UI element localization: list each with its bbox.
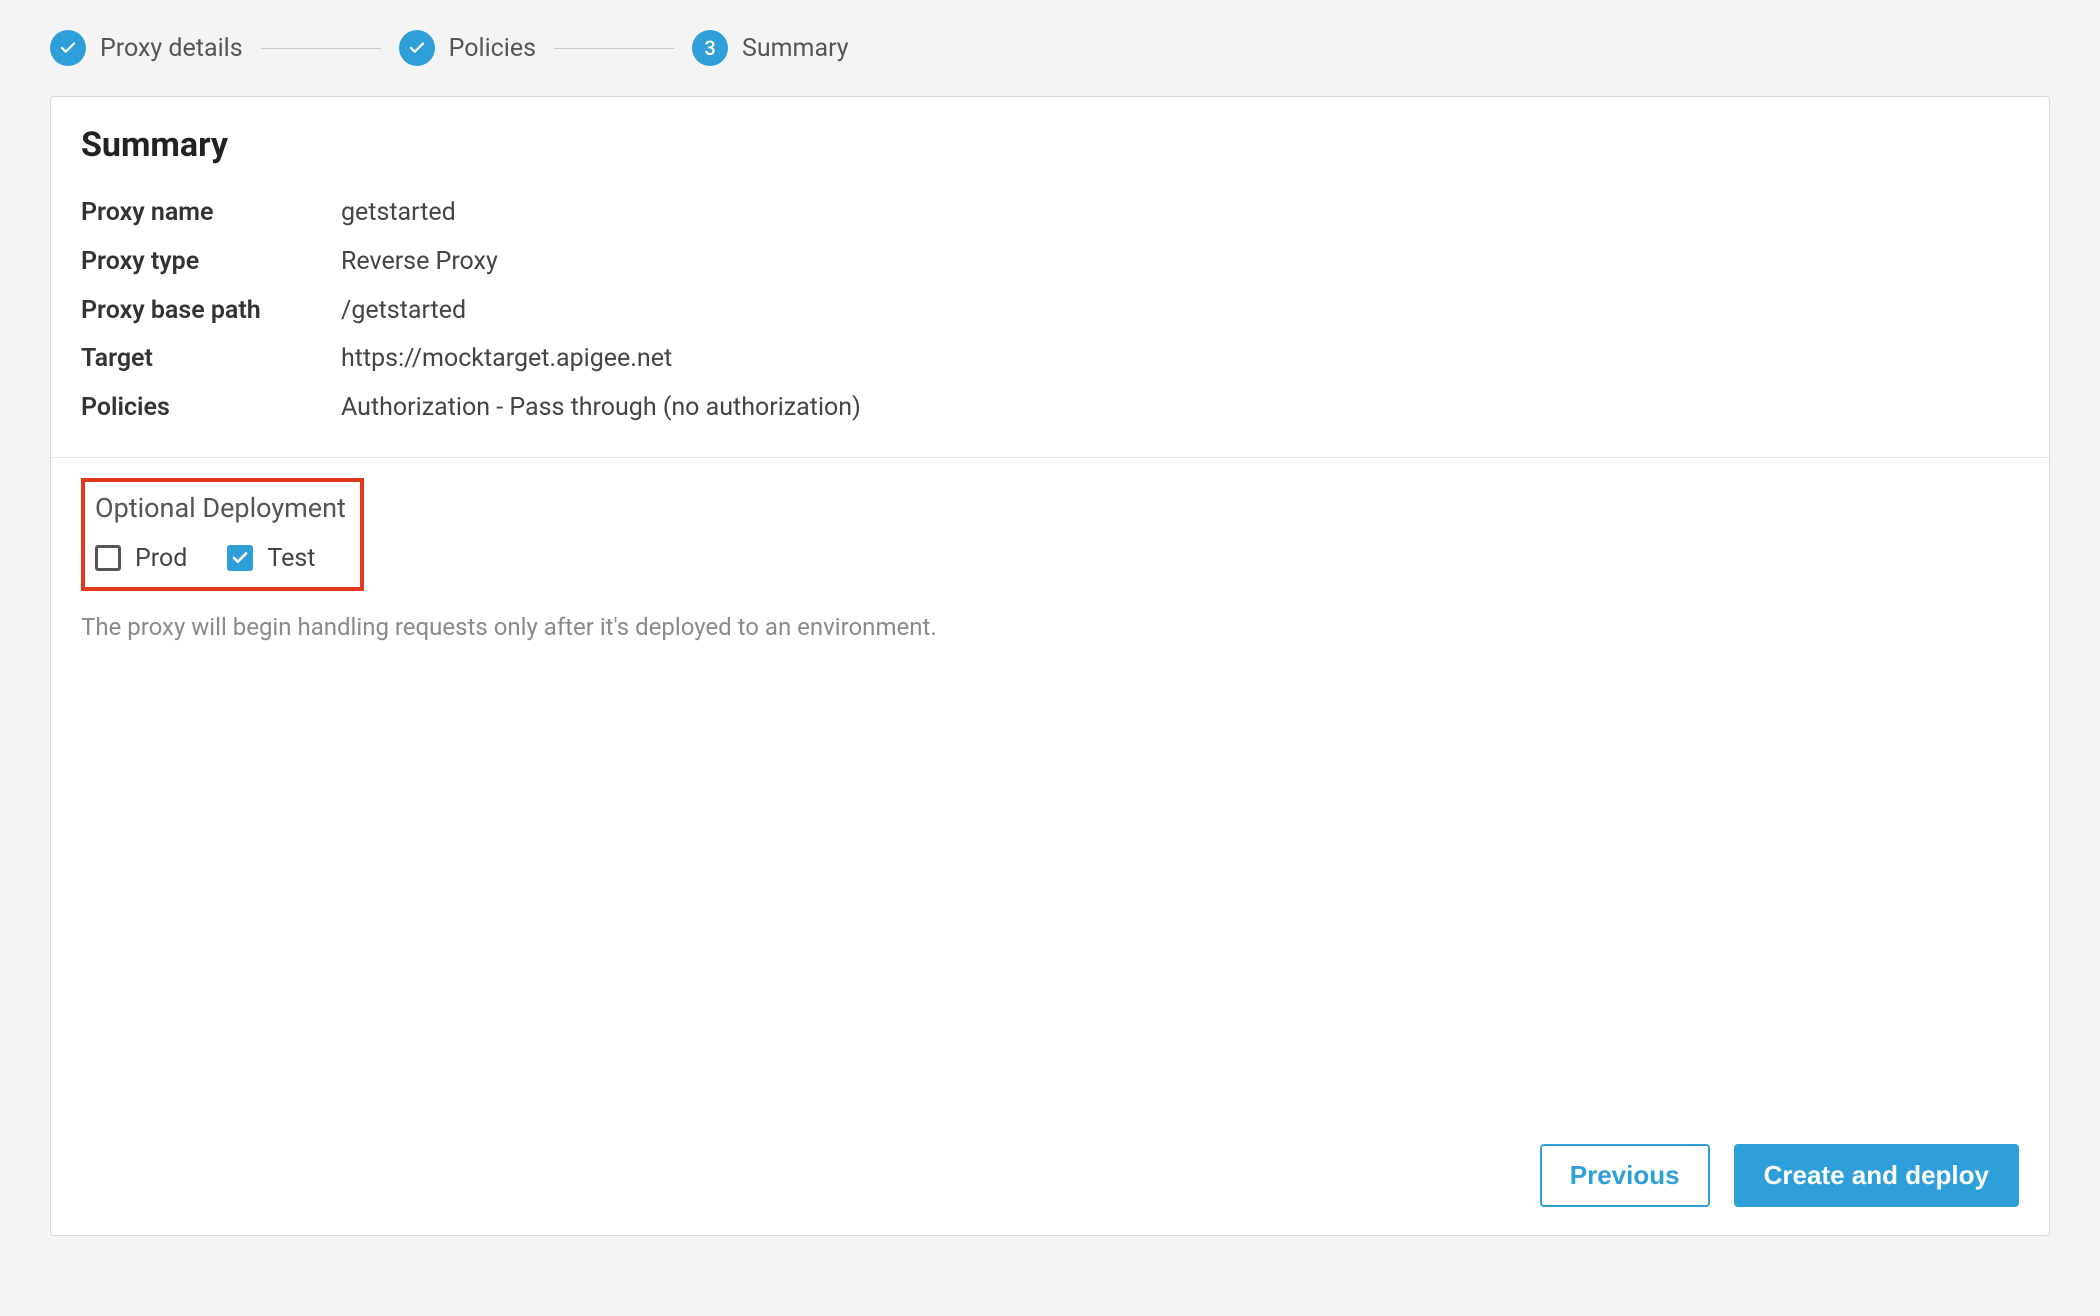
- label-proxy-type: Proxy type: [81, 238, 341, 287]
- value-target: https://mocktarget.apigee.net: [341, 335, 672, 384]
- row-proxy-base-path: Proxy base path /getstarted: [81, 287, 2019, 336]
- checkbox-prod[interactable]: Prod: [95, 544, 187, 573]
- footer-actions: Previous Create and deploy: [51, 1120, 2049, 1235]
- step-policies[interactable]: Policies: [399, 30, 536, 66]
- step-number-icon: 3: [692, 30, 728, 66]
- spacer: [51, 651, 2049, 1120]
- value-proxy-name: getstarted: [341, 189, 456, 238]
- step-label: Policies: [449, 34, 536, 63]
- step-proxy-details[interactable]: Proxy details: [50, 30, 243, 66]
- row-policies: Policies Authorization - Pass through (n…: [81, 384, 2019, 433]
- row-proxy-type: Proxy type Reverse Proxy: [81, 238, 2019, 287]
- checkbox-unchecked-icon: [95, 545, 121, 571]
- label-proxy-name: Proxy name: [81, 189, 341, 238]
- summary-card: Summary Proxy name getstarted Proxy type…: [50, 96, 2050, 1236]
- value-proxy-type: Reverse Proxy: [341, 238, 498, 287]
- highlight-box: Optional Deployment Prod Test: [81, 478, 364, 591]
- row-target: Target https://mocktarget.apigee.net: [81, 335, 2019, 384]
- step-label: Proxy details: [100, 34, 243, 63]
- checkbox-test-label: Test: [267, 544, 315, 573]
- create-deploy-button[interactable]: Create and deploy: [1734, 1144, 2019, 1207]
- checkbox-checked-icon: [227, 545, 253, 571]
- row-proxy-name: Proxy name getstarted: [81, 189, 2019, 238]
- step-divider: [554, 48, 674, 49]
- deployment-options: Prod Test: [95, 544, 346, 573]
- deployment-title: Optional Deployment: [95, 492, 346, 524]
- check-icon: [50, 30, 86, 66]
- step-label: Summary: [742, 34, 849, 63]
- checkbox-prod-label: Prod: [135, 544, 187, 573]
- step-summary[interactable]: 3 Summary: [692, 30, 849, 66]
- label-proxy-base-path: Proxy base path: [81, 287, 341, 336]
- deployment-hint: The proxy will begin handling requests o…: [51, 603, 2049, 651]
- value-proxy-base-path: /getstarted: [341, 287, 466, 336]
- previous-button[interactable]: Previous: [1540, 1144, 1710, 1207]
- wizard-stepper: Proxy details Policies 3 Summary: [50, 30, 2050, 96]
- check-icon: [399, 30, 435, 66]
- checkbox-test[interactable]: Test: [227, 544, 315, 573]
- summary-body: Summary Proxy name getstarted Proxy type…: [51, 97, 2049, 458]
- summary-title: Summary: [81, 125, 2019, 165]
- deployment-section: Optional Deployment Prod Test: [51, 458, 2049, 603]
- value-policies: Authorization - Pass through (no authori…: [341, 384, 861, 433]
- step-divider: [261, 48, 381, 49]
- label-policies: Policies: [81, 384, 341, 433]
- label-target: Target: [81, 335, 341, 384]
